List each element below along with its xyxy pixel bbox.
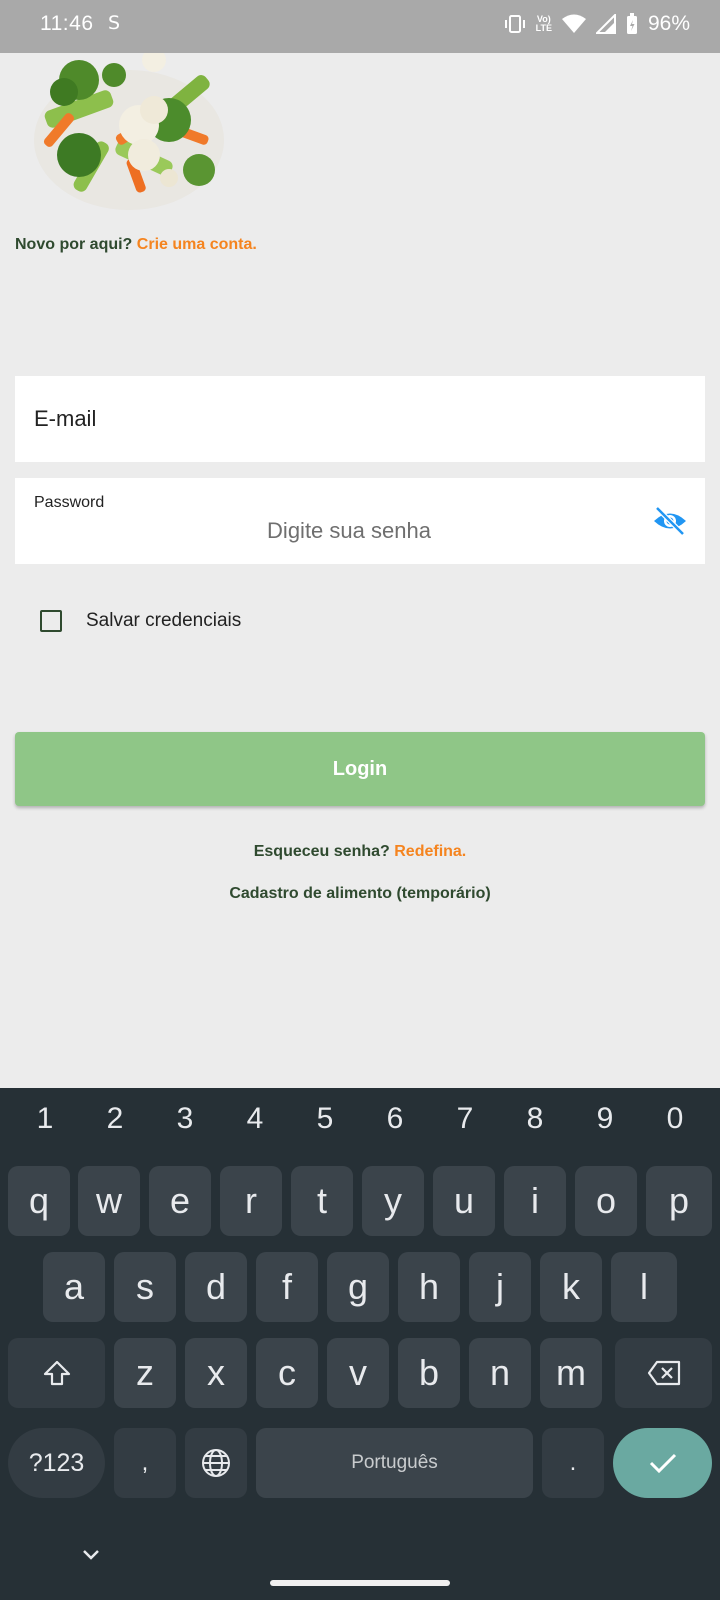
food-register-link[interactable]: Cadastro de alimento (temporário) [0, 885, 720, 903]
key-n[interactable]: n [469, 1338, 531, 1408]
s-app-icon: S [108, 12, 121, 34]
email-label: E-mail [34, 406, 97, 431]
key-r[interactable]: r [220, 1166, 282, 1236]
vibrate-icon [504, 15, 525, 33]
signal-icon [595, 14, 616, 34]
key-g[interactable]: g [327, 1252, 389, 1322]
password-label: Password [34, 494, 105, 511]
key-5[interactable]: 5 [305, 1102, 345, 1136]
email-field[interactable]: E-mail [15, 376, 705, 462]
volte-icon: Vo) LTE [535, 14, 552, 33]
key-w[interactable]: w [78, 1166, 140, 1236]
key-i[interactable]: i [504, 1166, 566, 1236]
backspace-icon [647, 1360, 680, 1386]
status-icons: Vo) LTE 96% [504, 12, 690, 36]
key-y[interactable]: y [362, 1166, 424, 1236]
key-x[interactable]: x [185, 1338, 247, 1408]
create-account-link[interactable]: Crie uma conta. [137, 236, 257, 253]
symbols-key[interactable]: ?123 [8, 1428, 105, 1498]
number-row: 1 2 3 4 5 6 7 8 9 0 [0, 1102, 720, 1136]
key-j[interactable]: j [469, 1252, 531, 1322]
hide-keyboard-chevron-icon[interactable] [80, 1548, 102, 1562]
key-k[interactable]: k [540, 1252, 602, 1322]
status-bar: 11:46 S Vo) LTE 96% [0, 0, 720, 53]
battery-percent: 96% [647, 12, 690, 35]
key-m[interactable]: m [540, 1338, 602, 1408]
key-h[interactable]: h [398, 1252, 460, 1322]
password-input[interactable] [34, 518, 664, 544]
remember-checkbox[interactable] [40, 610, 62, 632]
check-icon [649, 1453, 676, 1474]
key-e[interactable]: e [149, 1166, 211, 1236]
visibility-off-icon[interactable] [652, 506, 688, 536]
key-d[interactable]: d [185, 1252, 247, 1322]
key-f[interactable]: f [256, 1252, 318, 1322]
backspace-key[interactable] [615, 1338, 712, 1408]
key-7[interactable]: 7 [445, 1102, 485, 1136]
key-t[interactable]: t [291, 1166, 353, 1236]
remember-label: Salvar credenciais [86, 610, 242, 631]
forgot-prompt: Esqueceu senha? [253, 843, 390, 860]
remember-credentials-row[interactable]: Salvar credenciais [40, 610, 241, 632]
home-indicator[interactable] [270, 1580, 450, 1586]
vegetables-logo [34, 48, 224, 210]
key-c[interactable]: c [256, 1338, 318, 1408]
globe-icon [202, 1449, 230, 1477]
shift-icon [43, 1360, 70, 1386]
signup-prompt-text: Novo por aqui? [15, 236, 133, 253]
language-key[interactable] [185, 1428, 247, 1498]
key-1[interactable]: 1 [25, 1102, 65, 1136]
forgot-password-row: Esqueceu senha? Redefina. [0, 843, 720, 861]
comma-key[interactable]: , [114, 1428, 176, 1498]
key-6[interactable]: 6 [375, 1102, 415, 1136]
key-u[interactable]: u [433, 1166, 495, 1236]
login-button[interactable]: Login [15, 732, 705, 806]
key-a[interactable]: a [43, 1252, 105, 1322]
space-key[interactable]: Português [256, 1428, 533, 1498]
wifi-icon [561, 14, 586, 33]
key-8[interactable]: 8 [515, 1102, 555, 1136]
key-9[interactable]: 9 [585, 1102, 625, 1136]
reset-password-link[interactable]: Redefina. [394, 843, 466, 860]
key-p[interactable]: p [646, 1166, 712, 1236]
key-z[interactable]: z [114, 1338, 176, 1408]
key-v[interactable]: v [327, 1338, 389, 1408]
key-o[interactable]: o [575, 1166, 637, 1236]
status-time: 11:46 [40, 12, 94, 35]
password-field-container: Password [15, 478, 705, 564]
key-s[interactable]: s [114, 1252, 176, 1322]
key-2[interactable]: 2 [95, 1102, 135, 1136]
signup-prompt: Novo por aqui? Crie uma conta. [15, 236, 257, 254]
period-key[interactable]: . [542, 1428, 604, 1498]
key-3[interactable]: 3 [165, 1102, 205, 1136]
key-b[interactable]: b [398, 1338, 460, 1408]
soft-keyboard: 1 2 3 4 5 6 7 8 9 0 q w e r t y u i o p … [0, 1088, 720, 1600]
key-l[interactable]: l [611, 1252, 677, 1322]
key-0[interactable]: 0 [655, 1102, 695, 1136]
enter-key[interactable] [613, 1428, 712, 1498]
key-q[interactable]: q [8, 1166, 70, 1236]
battery-icon [626, 13, 637, 34]
shift-key[interactable] [8, 1338, 105, 1408]
key-4[interactable]: 4 [235, 1102, 275, 1136]
